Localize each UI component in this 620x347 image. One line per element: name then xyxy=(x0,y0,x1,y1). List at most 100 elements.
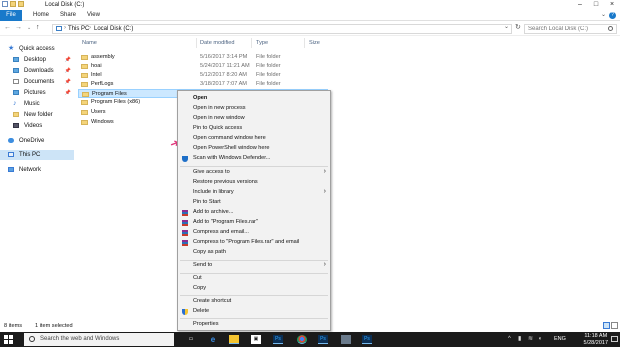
taskbar-search[interactable]: Search the web and Windows xyxy=(24,333,174,346)
up-arrow-icon[interactable]: ↑ xyxy=(36,24,40,31)
menu-item-compress-email[interactable]: Compress and email... xyxy=(178,228,330,238)
nav-new-folder[interactable]: New folder xyxy=(0,110,74,120)
nav-videos[interactable]: Videos xyxy=(0,121,74,131)
column-divider[interactable] xyxy=(304,38,305,48)
windows-start-icon[interactable] xyxy=(4,335,13,344)
menu-label: Add to archive... xyxy=(193,209,234,215)
minimize-button[interactable]: – xyxy=(572,0,588,10)
network-tray-icon[interactable]: ≋ xyxy=(528,336,534,342)
nav-pictures[interactable]: Pictures 📌 xyxy=(0,88,74,98)
nav-music[interactable]: ♪ Music xyxy=(0,99,74,109)
battery-icon[interactable]: ▮ xyxy=(518,336,524,342)
maximize-button[interactable]: □ xyxy=(588,0,604,10)
menu-item-delete[interactable]: Delete xyxy=(178,307,330,317)
column-header-type[interactable]: Type xyxy=(256,40,268,46)
tab-view[interactable]: View xyxy=(87,10,100,21)
recent-locations-icon[interactable]: ⌄ xyxy=(27,25,31,31)
volume-icon[interactable]: ◖ xyxy=(538,336,544,342)
help-icon[interactable]: ? xyxy=(609,12,616,19)
menu-item-pin-start[interactable]: Pin to Start xyxy=(178,198,330,208)
properties-icon[interactable] xyxy=(2,1,8,7)
new-folder-icon[interactable] xyxy=(10,1,16,7)
search-input[interactable] xyxy=(528,25,608,33)
menu-item-give-access[interactable]: Give access to › xyxy=(178,168,330,178)
nav-this-pc[interactable]: This PC xyxy=(0,150,74,160)
close-button[interactable]: × xyxy=(604,0,620,10)
menu-item-open-command-window[interactable]: Open command window here xyxy=(178,134,330,144)
selection-count: 1 item selected xyxy=(35,323,73,329)
notifications-icon[interactable] xyxy=(611,336,618,342)
nav-label: New folder xyxy=(24,112,53,118)
details-view-icon[interactable] xyxy=(603,322,610,329)
column-header-name[interactable]: Name xyxy=(82,40,97,46)
file-row[interactable]: assembly 5/16/2017 3:14 PM File folder xyxy=(78,53,328,62)
large-icons-view-icon[interactable] xyxy=(611,322,618,329)
menu-label: Scan with Windows Defender... xyxy=(193,155,271,161)
file-row[interactable]: Intel 5/12/2017 8:20 AM File folder xyxy=(78,71,328,80)
file-name: hoai xyxy=(91,63,102,69)
back-arrow-icon[interactable]: ← xyxy=(4,24,11,31)
menu-item-open-new-process[interactable]: Open in new process xyxy=(178,104,330,114)
nav-onedrive[interactable]: OneDrive xyxy=(0,136,74,146)
menu-separator xyxy=(180,166,328,167)
column-header-date[interactable]: Date modified xyxy=(200,40,235,46)
menu-item-compress-rar-email[interactable]: Compress to "Program Files.rar" and emai… xyxy=(178,238,330,248)
tab-file[interactable]: File xyxy=(0,10,22,21)
menu-item-create-shortcut[interactable]: Create shortcut xyxy=(178,297,330,307)
breadcrumb-this-pc[interactable]: This PC xyxy=(68,26,89,32)
tab-home[interactable]: Home xyxy=(33,10,49,21)
nav-desktop[interactable]: Desktop 📌 xyxy=(0,55,74,65)
app-icon[interactable] xyxy=(341,335,351,344)
task-view-icon[interactable]: ▭ xyxy=(186,335,196,344)
chrome-icon[interactable] xyxy=(297,335,307,344)
folder-icon[interactable] xyxy=(18,1,24,7)
address-box[interactable]: › This PC › Local Disk (C:) xyxy=(52,24,512,34)
menu-item-send-to[interactable]: Send to › xyxy=(178,261,330,271)
column-header-size[interactable]: Size xyxy=(309,40,320,46)
column-divider[interactable] xyxy=(251,38,252,48)
expand-ribbon-icon[interactable]: ⌄ xyxy=(601,11,606,18)
file-name: Program Files (x86) xyxy=(91,99,141,105)
nav-network[interactable]: Network xyxy=(0,165,74,175)
tray-chevron-icon[interactable]: ^ xyxy=(508,336,514,342)
menu-item-restore-versions[interactable]: Restore previous versions xyxy=(178,178,330,188)
forward-arrow-icon[interactable]: → xyxy=(15,24,22,31)
menu-item-copy[interactable]: Copy xyxy=(178,284,330,294)
address-dropdown-icon[interactable]: ⌄ xyxy=(504,23,509,30)
edge-icon[interactable]: e xyxy=(208,335,218,344)
breadcrumb-local-disk[interactable]: Local Disk (C:) xyxy=(94,26,133,32)
tab-share[interactable]: Share xyxy=(60,10,76,21)
menu-item-properties[interactable]: Properties xyxy=(178,320,330,330)
menu-item-cut[interactable]: Cut xyxy=(178,274,330,284)
photoshop-icon[interactable]: Ps xyxy=(273,335,283,344)
photoshop-icon[interactable]: Ps xyxy=(362,335,372,344)
menu-item-pin-quick-access[interactable]: Pin to Quick access xyxy=(178,124,330,134)
nav-quick-access[interactable]: ★ Quick access xyxy=(0,44,74,54)
clock[interactable]: 11:18 AM 5/28/2017 xyxy=(584,333,608,346)
onedrive-icon xyxy=(8,138,14,143)
column-divider[interactable] xyxy=(196,38,197,48)
menu-item-open-powershell[interactable]: Open PowerShell window here xyxy=(178,144,330,154)
store-icon[interactable]: ▣ xyxy=(251,335,261,344)
file-row[interactable]: PerfLogs 3/18/2017 7:07 AM File folder xyxy=(78,80,328,89)
menu-item-copy-as-path[interactable]: Copy as path xyxy=(178,248,330,258)
menu-item-add-archive[interactable]: Add to archive... xyxy=(178,208,330,218)
desktop-icon xyxy=(13,57,19,62)
menu-item-open[interactable]: Open xyxy=(178,94,330,104)
clock-time: 11:18 AM xyxy=(584,333,608,339)
menu-item-open-new-window[interactable]: Open in new window xyxy=(178,114,330,124)
search-box[interactable] xyxy=(524,24,617,34)
photoshop-icon[interactable]: Ps xyxy=(318,335,328,344)
taskbar-search-text: Search the web and Windows xyxy=(40,336,120,342)
file-row[interactable]: hoai 5/24/2017 11:21 AM File folder xyxy=(78,62,328,71)
nav-downloads[interactable]: Downloads 📌 xyxy=(0,66,74,76)
winrar-icon xyxy=(182,210,188,216)
menu-item-scan-defender[interactable]: Scan with Windows Defender... xyxy=(178,154,330,164)
file-explorer-icon[interactable] xyxy=(229,335,239,344)
language-indicator[interactable]: ENG xyxy=(554,336,566,342)
menu-item-include-library[interactable]: Include in library › xyxy=(178,188,330,198)
refresh-icon[interactable]: ↻ xyxy=(515,23,521,31)
nav-documents[interactable]: Documents 📌 xyxy=(0,77,74,87)
menu-label: Pin to Quick access xyxy=(193,125,243,131)
menu-item-add-rar[interactable]: Add to "Program Files.rar" xyxy=(178,218,330,228)
